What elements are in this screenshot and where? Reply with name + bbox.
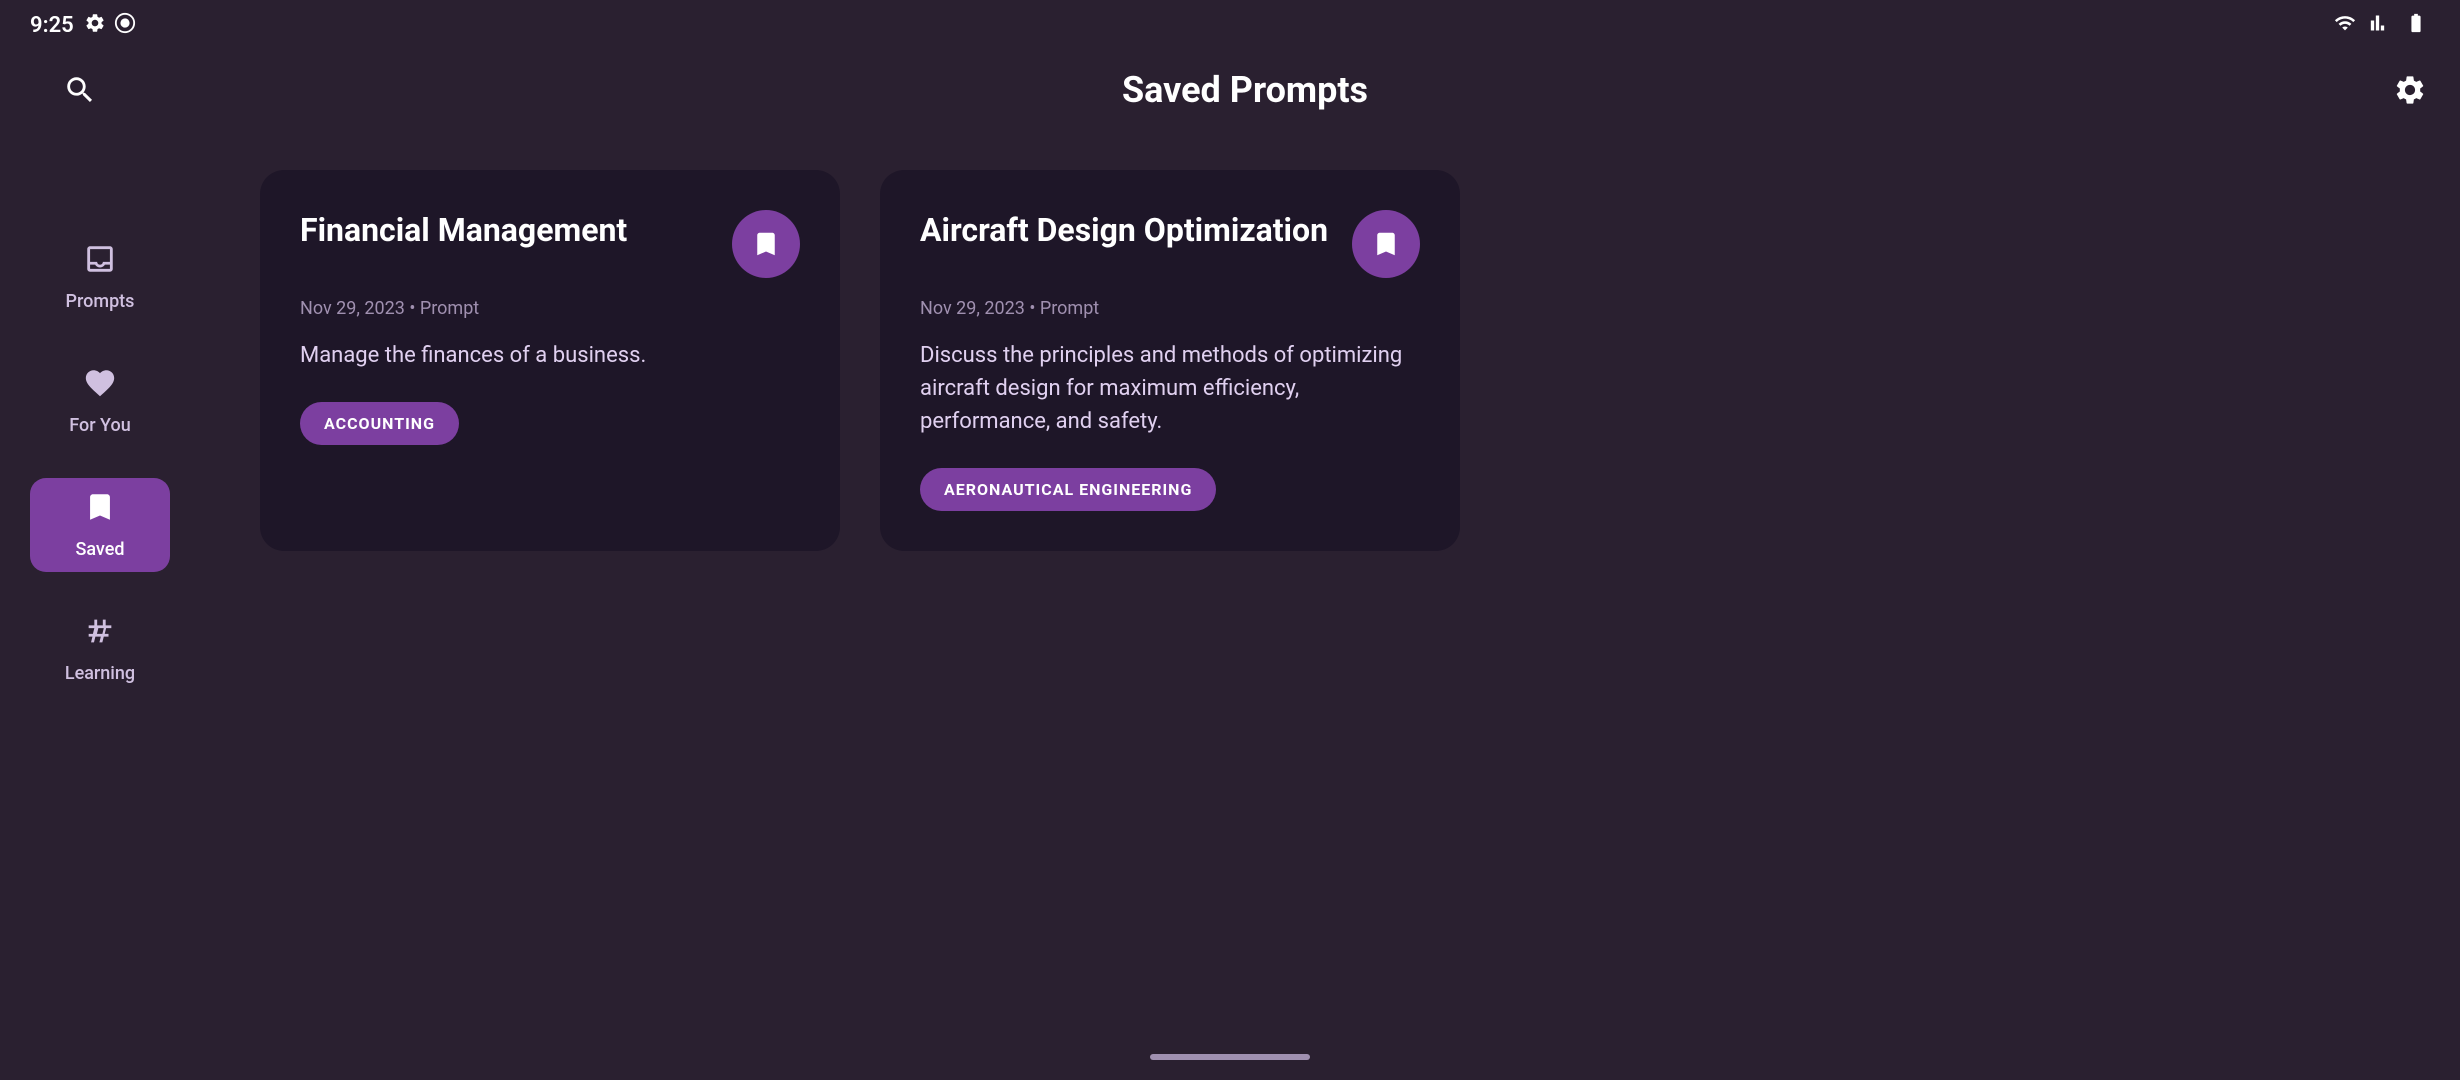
status-left: 9:25 bbox=[30, 12, 136, 39]
header: Saved Prompts bbox=[0, 50, 2460, 130]
sidebar: Prompts For You Saved bbox=[0, 130, 200, 1080]
status-icons bbox=[84, 12, 136, 39]
main-content: Financial Management Nov 29, 2023 • Prom… bbox=[200, 130, 2460, 1080]
card-meta-2: Nov 29, 2023 • Prompt bbox=[920, 298, 1420, 319]
card-title-2: Aircraft Design Optimization bbox=[920, 210, 1328, 252]
wifi-icon bbox=[2332, 12, 2358, 38]
sidebar-label-learning: Learning bbox=[65, 663, 135, 684]
sidebar-label-for-you: For You bbox=[69, 415, 130, 436]
card-aircraft-design[interactable]: Aircraft Design Optimization Nov 29, 202… bbox=[880, 170, 1460, 551]
bookmark-button-2[interactable] bbox=[1352, 210, 1420, 278]
bookmark-icon bbox=[83, 490, 117, 531]
settings-button[interactable] bbox=[2390, 70, 2430, 110]
signal-icon bbox=[2370, 12, 2390, 38]
card-description-2: Discuss the principles and methods of op… bbox=[920, 339, 1420, 438]
status-bar: 9:25 bbox=[0, 0, 2460, 50]
sidebar-item-prompts[interactable]: Prompts bbox=[30, 230, 170, 324]
page-title: Saved Prompts bbox=[100, 69, 2390, 111]
main-layout: Prompts For You Saved bbox=[0, 130, 2460, 1080]
card-tag-2: AERONAUTICAL ENGINEERING bbox=[920, 468, 1216, 511]
activity-status-icon bbox=[114, 12, 136, 39]
sidebar-item-for-you[interactable]: For You bbox=[30, 354, 170, 448]
sidebar-item-saved[interactable]: Saved bbox=[30, 478, 170, 572]
battery-icon bbox=[2402, 12, 2430, 38]
bottom-bar-indicator bbox=[1150, 1054, 1310, 1060]
bookmark-button-1[interactable] bbox=[732, 210, 800, 278]
hashtag-icon bbox=[83, 614, 117, 655]
card-tag-1: ACCOUNTING bbox=[300, 402, 459, 445]
sidebar-label-saved: Saved bbox=[75, 539, 124, 560]
card-financial-management[interactable]: Financial Management Nov 29, 2023 • Prom… bbox=[260, 170, 840, 551]
card-header-2: Aircraft Design Optimization bbox=[920, 210, 1420, 278]
card-title-1: Financial Management bbox=[300, 210, 627, 252]
heart-icon bbox=[83, 366, 117, 407]
inbox-icon bbox=[83, 242, 117, 283]
sidebar-label-prompts: Prompts bbox=[66, 291, 135, 312]
card-header-1: Financial Management bbox=[300, 210, 800, 278]
status-right bbox=[2332, 12, 2430, 38]
status-time: 9:25 bbox=[30, 13, 74, 38]
sidebar-item-learning[interactable]: Learning bbox=[30, 602, 170, 696]
cards-grid: Financial Management Nov 29, 2023 • Prom… bbox=[260, 170, 2400, 551]
card-description-1: Manage the finances of a business. bbox=[300, 339, 800, 372]
settings-status-icon bbox=[84, 12, 106, 39]
card-meta-1: Nov 29, 2023 • Prompt bbox=[300, 298, 800, 319]
search-button[interactable] bbox=[60, 70, 100, 110]
